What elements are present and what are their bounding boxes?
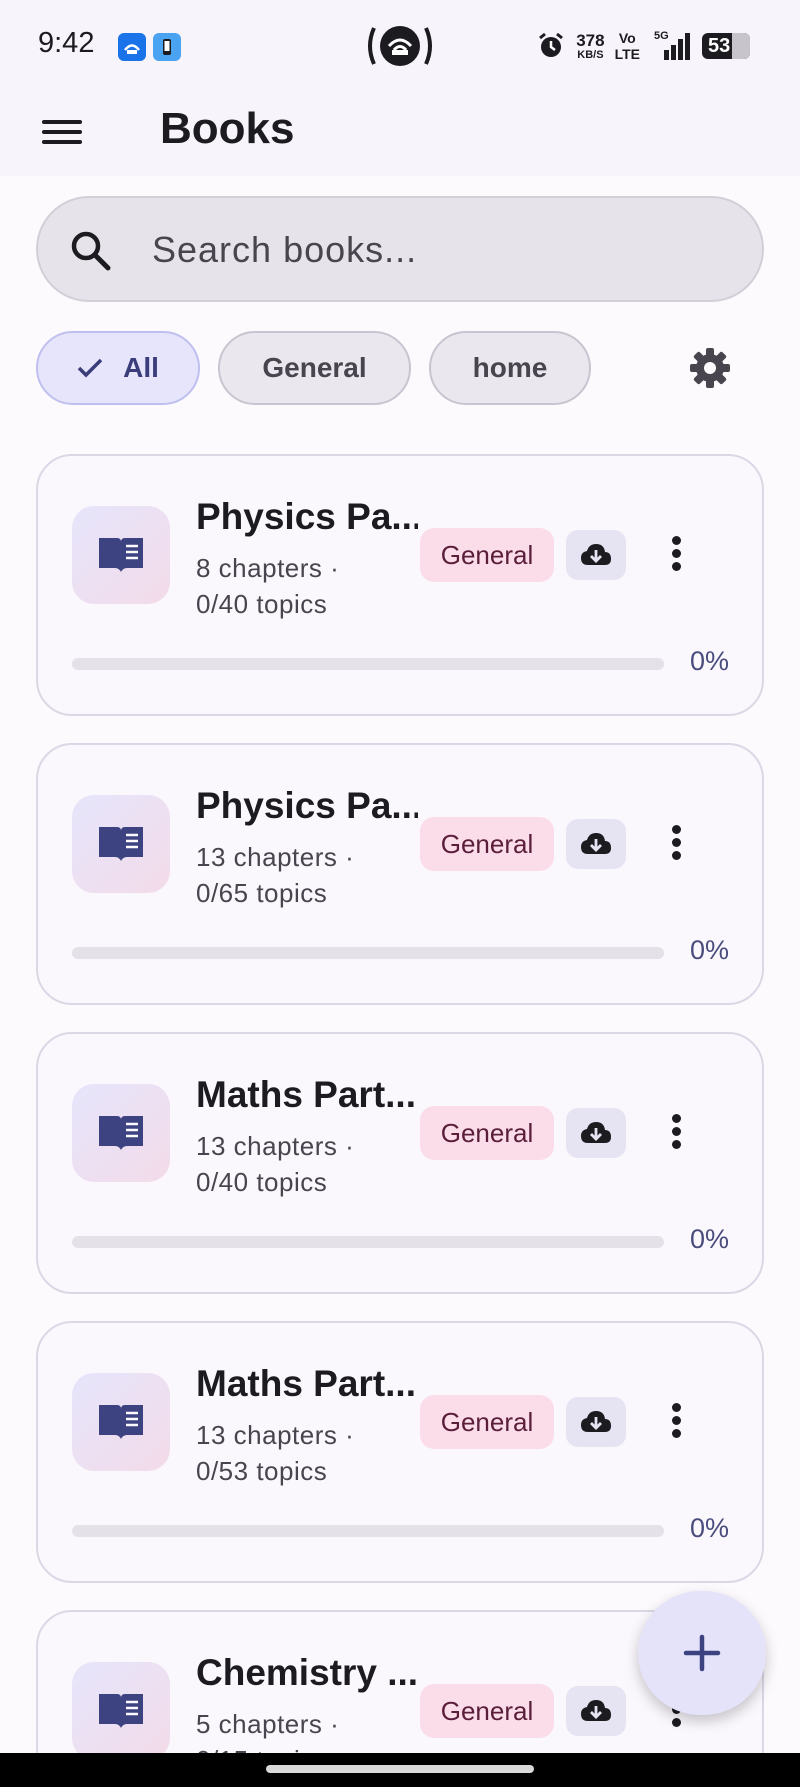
book-title: Chemistry ... (196, 1652, 418, 1693)
filter-chip-home[interactable]: home (429, 331, 591, 405)
book-title: Maths Part... (196, 1363, 416, 1404)
status-bar: 9:42 378 KB/S Vo LTE 5G 53 (0, 0, 800, 90)
book-card[interactable]: Maths Part... 13 chapters · 0/40 topics … (36, 1032, 764, 1294)
home-gesture-handle[interactable] (266, 1765, 534, 1773)
gesture-navigation-bar (0, 1753, 800, 1787)
book-topics: 0/40 topics (196, 589, 328, 619)
book-chapters: 5 chapters · (196, 1709, 340, 1739)
search-icon (71, 231, 111, 271)
filter-chip-all[interactable]: All (36, 331, 200, 405)
notification-app-icon (118, 33, 146, 61)
hamburger-menu-icon[interactable] (42, 112, 84, 154)
book-icon (99, 827, 143, 861)
progress-percent: 0% (690, 935, 730, 965)
search-bar[interactable] (36, 196, 764, 302)
book-topics: 0/53 topics (196, 1456, 328, 1486)
download-button[interactable] (566, 530, 626, 580)
more-options-icon[interactable] (658, 821, 694, 869)
progress-bar (72, 658, 664, 670)
book-card[interactable]: Maths Part... 13 chapters · 0/53 topics … (36, 1321, 764, 1583)
download-button[interactable] (566, 1397, 626, 1447)
book-meta: 13 chapters · 0/53 topics (196, 1417, 396, 1489)
book-chapters: 13 chapters · (196, 1131, 355, 1161)
filter-chip-label: All (123, 352, 159, 383)
book-cover (72, 1662, 170, 1760)
cloud-download-icon (581, 1122, 611, 1143)
book-tag: General (420, 1684, 554, 1738)
page-title: Books (160, 104, 295, 153)
progress-bar (72, 947, 664, 959)
book-icon (99, 538, 143, 572)
book-chapters: 13 chapters · (196, 1420, 355, 1450)
progress-bar (72, 1236, 664, 1248)
book-meta: 13 chapters · 0/40 topics (196, 1128, 396, 1200)
book-icon (99, 1405, 143, 1439)
app-bar: Books (0, 90, 800, 176)
search-input[interactable] (152, 222, 712, 278)
plus-icon (683, 1634, 721, 1672)
book-icon (99, 1116, 143, 1150)
book-meta: 13 chapters · 0/65 topics (196, 839, 396, 911)
download-button[interactable] (566, 819, 626, 869)
status-time: 9:42 (38, 27, 95, 59)
book-topics: 0/40 topics (196, 1167, 328, 1197)
more-options-icon[interactable] (658, 1399, 694, 1447)
add-book-button[interactable] (638, 1591, 766, 1715)
hotspot-icon (364, 22, 436, 70)
book-card[interactable]: Physics Pa... 13 chapters · 0/65 topics … (36, 743, 764, 1005)
more-options-icon[interactable] (658, 532, 694, 580)
book-chapters: 8 chapters · (196, 553, 340, 583)
book-cover (72, 1373, 170, 1471)
battery-icon: 53 (702, 33, 750, 59)
book-cover (72, 506, 170, 604)
book-tag: General (420, 817, 554, 871)
signal-icon: 5G (650, 30, 692, 62)
book-topics: 0/65 topics (196, 878, 328, 908)
book-tag: General (420, 1395, 554, 1449)
cloud-download-icon (581, 1700, 611, 1721)
filter-chip-label: home (472, 352, 548, 383)
cloud-download-icon (581, 544, 611, 565)
volte-indicator: Vo LTE (614, 30, 640, 62)
filter-chip-label: General (262, 352, 367, 383)
filter-chip-general[interactable]: General (218, 331, 411, 405)
check-icon (77, 358, 103, 378)
progress-percent: 0% (690, 646, 730, 676)
download-button[interactable] (566, 1108, 626, 1158)
book-icon (99, 1694, 143, 1728)
book-cover (72, 1084, 170, 1182)
download-button[interactable] (566, 1686, 626, 1736)
book-card[interactable]: Physics Pa... 8 chapters · 0/40 topics G… (36, 454, 764, 716)
more-options-icon[interactable] (658, 1110, 694, 1158)
alarm-icon (539, 32, 564, 57)
cloud-download-icon (581, 833, 611, 854)
status-indicators: 378 KB/S Vo LTE 5G 53 (536, 28, 750, 64)
notification-phone-icon (153, 33, 181, 61)
book-tag: General (420, 528, 554, 582)
progress-percent: 0% (690, 1224, 730, 1254)
network-speed: 378 KB/S (576, 30, 605, 61)
book-meta: 8 chapters · 0/40 topics (196, 550, 396, 622)
cloud-download-icon (581, 1411, 611, 1432)
book-cover (72, 795, 170, 893)
progress-percent: 0% (690, 1513, 730, 1543)
book-title: Maths Part... (196, 1074, 416, 1115)
book-title: Physics Pa... (196, 496, 418, 537)
progress-bar (72, 1525, 664, 1537)
book-title: Physics Pa... (196, 785, 418, 826)
book-tag: General (420, 1106, 554, 1160)
book-chapters: 13 chapters · (196, 842, 355, 872)
gear-icon[interactable] (688, 346, 732, 390)
